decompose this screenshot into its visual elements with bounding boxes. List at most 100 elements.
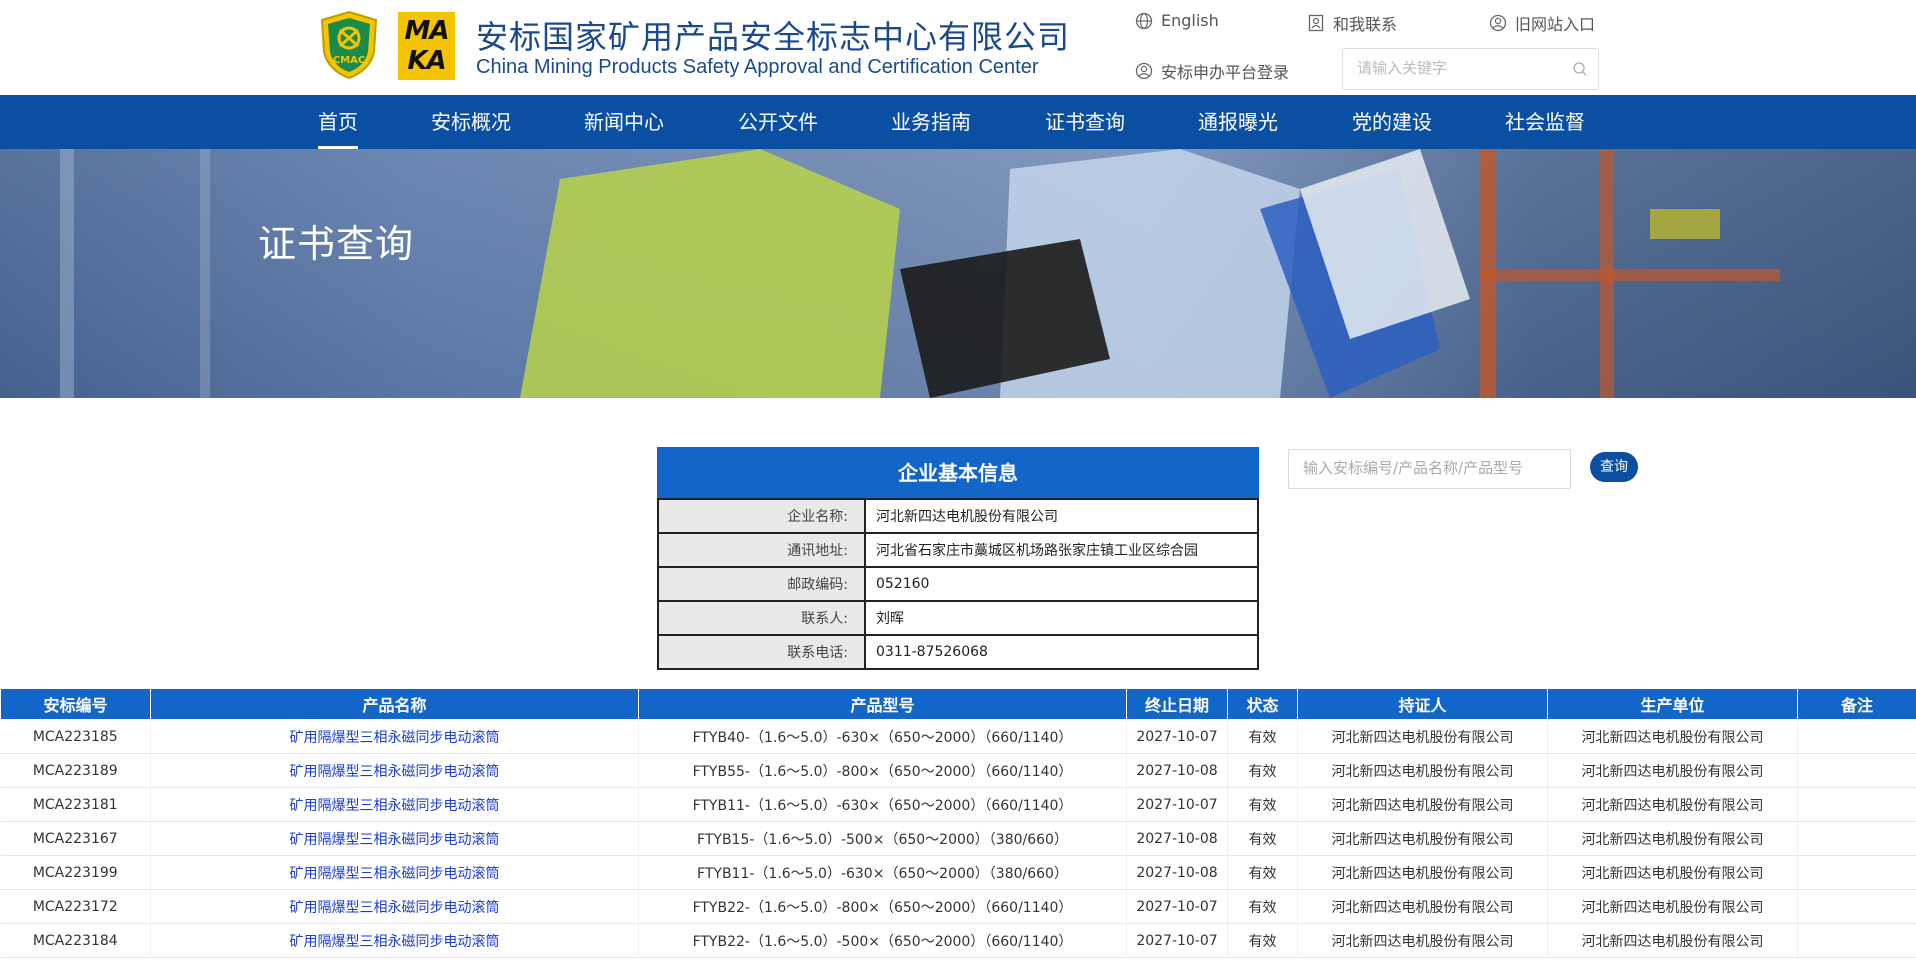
old-site-link-label: 旧网站入口	[1515, 15, 1596, 34]
company-info-row: 联系电话: 0311-87526068	[657, 634, 1259, 670]
remark	[1797, 787, 1916, 822]
expiry-date: 2027-10-07	[1126, 719, 1228, 754]
cert-no: MCA223184	[0, 923, 151, 958]
product-model: FTYB22-（1.6～5.0）-800×（650～2000）（660/1140…	[638, 889, 1127, 924]
platform-login-link[interactable]: 安标申办平台登录	[1135, 59, 1289, 83]
remark	[1797, 855, 1916, 890]
page-banner: 证书查询	[0, 149, 1916, 398]
col-header-remark: 备注	[1797, 688, 1916, 720]
expiry-date: 2027-10-07	[1126, 787, 1228, 822]
col-header-holder: 持证人	[1297, 688, 1548, 720]
table-row: MCA223199 矿用隔爆型三相永磁同步电动滚筒 FTYB11-（1.6～5.…	[0, 855, 1916, 890]
table-header-row: 安标编号 产品名称 产品型号 终止日期 状态 持证人 生产单位 备注	[0, 688, 1916, 720]
col-header-cert-no: 安标编号	[0, 688, 151, 720]
cert-no: MCA223167	[0, 821, 151, 856]
remark	[1797, 753, 1916, 788]
nav-item-supervision[interactable]: 社会监督	[1505, 95, 1585, 149]
old-site-link[interactable]: 旧网站入口	[1489, 11, 1595, 35]
cmac-logo[interactable]: CMAC	[318, 10, 380, 80]
company-info-heading: 企业基本信息	[657, 447, 1259, 498]
manufacturer: 河北新四达电机股份有限公司	[1547, 753, 1798, 788]
header-search	[1342, 48, 1599, 90]
certificate-table: 安标编号 产品名称 产品型号 终止日期 状态 持证人 生产单位 备注 MCA22…	[0, 688, 1916, 958]
maka-logo-bottom: KA	[407, 46, 446, 76]
col-header-status: 状态	[1227, 688, 1298, 720]
nav-item-guide[interactable]: 业务指南	[891, 95, 971, 149]
nav-item-public-docs[interactable]: 公开文件	[738, 95, 818, 149]
product-name-link[interactable]: 矿用隔爆型三相永磁同步电动滚筒	[150, 787, 639, 822]
product-name-link[interactable]: 矿用隔爆型三相永磁同步电动滚筒	[150, 719, 639, 754]
contact-link-label: 和我联系	[1333, 15, 1398, 34]
company-contact-value: 刘晖	[864, 600, 1259, 636]
search-icon[interactable]	[1572, 61, 1588, 77]
nav-item-certificate-query[interactable]: 证书查询	[1045, 95, 1125, 149]
nav-item-party-building[interactable]: 党的建设	[1352, 95, 1432, 149]
nav-item-home[interactable]: 首页	[318, 95, 358, 149]
site-title-cn: 安标国家矿用产品安全标志中心有限公司	[476, 18, 1071, 56]
col-header-product-model: 产品型号	[638, 688, 1127, 720]
remark	[1797, 821, 1916, 856]
product-model: FTYB11-（1.6～5.0）-630×（650～2000）（380/660）	[638, 855, 1127, 890]
manufacturer: 河北新四达电机股份有限公司	[1547, 719, 1798, 754]
expiry-date: 2027-10-07	[1126, 889, 1228, 924]
table-row: MCA223185 矿用隔爆型三相永磁同步电动滚筒 FTYB40-（1.6～5.…	[0, 719, 1916, 754]
company-info-table: 企业名称: 河北新四达电机股份有限公司 通讯地址: 河北省石家庄市藁城区机场路张…	[657, 498, 1259, 670]
status: 有效	[1227, 923, 1298, 958]
product-name-link[interactable]: 矿用隔爆型三相永磁同步电动滚筒	[150, 855, 639, 890]
cert-no: MCA223189	[0, 753, 151, 788]
certificate-search-input[interactable]	[1303, 450, 1573, 486]
cert-no: MCA223199	[0, 855, 151, 890]
product-name-link[interactable]: 矿用隔爆型三相永磁同步电动滚筒	[150, 821, 639, 856]
company-info-row: 企业名称: 河北新四达电机股份有限公司	[657, 498, 1259, 534]
nav-item-notices[interactable]: 通报曝光	[1198, 95, 1278, 149]
nav-item-overview[interactable]: 安标概况	[431, 95, 511, 149]
english-link-label: English	[1161, 11, 1219, 30]
site-header: CMAC MA KA 安标国家矿用产品安全标志中心有限公司 China Mini…	[0, 0, 1916, 95]
company-info-row: 通讯地址: 河北省石家庄市藁城区机场路张家庄镇工业区综合园	[657, 532, 1259, 568]
cert-no: MCA223172	[0, 889, 151, 924]
status: 有效	[1227, 753, 1298, 788]
contact-link[interactable]: 和我联系	[1307, 11, 1397, 35]
product-model: FTYB40-（1.6～5.0）-630×（650～2000）（660/1140…	[638, 719, 1127, 754]
nav-item-news[interactable]: 新闻中心	[584, 95, 664, 149]
col-header-manufacturer: 生产单位	[1547, 688, 1798, 720]
company-name-label: 企业名称:	[657, 498, 866, 534]
globe-icon	[1135, 12, 1153, 29]
banner-image	[0, 149, 1916, 398]
col-header-product-name: 产品名称	[150, 688, 639, 720]
platform-login-label: 安标申办平台登录	[1161, 63, 1290, 82]
product-name-link[interactable]: 矿用隔爆型三相永磁同步电动滚筒	[150, 753, 639, 788]
product-name-link[interactable]: 矿用隔爆型三相永磁同步电动滚筒	[150, 923, 639, 958]
company-info-row: 邮政编码: 052160	[657, 566, 1259, 602]
product-model: FTYB55-（1.6～5.0）-800×（650～2000）（660/1140…	[638, 753, 1127, 788]
manufacturer: 河北新四达电机股份有限公司	[1547, 855, 1798, 890]
product-model: FTYB11-（1.6～5.0）-630×（650～2000）（660/1140…	[638, 787, 1127, 822]
remark	[1797, 719, 1916, 754]
table-row: MCA223181 矿用隔爆型三相永磁同步电动滚筒 FTYB11-（1.6～5.…	[0, 787, 1916, 822]
expiry-date: 2027-10-08	[1126, 855, 1228, 890]
product-name-link[interactable]: 矿用隔爆型三相永磁同步电动滚筒	[150, 889, 639, 924]
user-icon	[1489, 14, 1507, 32]
expiry-date: 2027-10-08	[1126, 753, 1228, 788]
site-title-en: China Mining Products Safety Approval an…	[476, 56, 1039, 78]
manufacturer: 河北新四达电机股份有限公司	[1547, 787, 1798, 822]
status: 有效	[1227, 787, 1298, 822]
status: 有效	[1227, 821, 1298, 856]
maka-logo: MA KA	[398, 12, 455, 80]
company-address-label: 通讯地址:	[657, 532, 866, 568]
maka-logo-top: MA	[404, 16, 450, 46]
company-address-value: 河北省石家庄市藁城区机场路张家庄镇工业区综合园	[864, 532, 1259, 568]
query-button[interactable]: 查询	[1590, 452, 1638, 482]
company-info-panel: 企业基本信息 企业名称: 河北新四达电机股份有限公司 通讯地址: 河北省石家庄市…	[657, 447, 1259, 670]
remark	[1797, 889, 1916, 924]
product-model: FTYB15-（1.6～5.0）-500×（650～2000）（380/660）	[638, 821, 1127, 856]
user-icon	[1135, 62, 1153, 80]
expiry-date: 2027-10-08	[1126, 821, 1228, 856]
english-link[interactable]: English	[1135, 11, 1219, 30]
company-postcode-label: 邮政编码:	[657, 566, 866, 602]
table-row: MCA223184 矿用隔爆型三相永磁同步电动滚筒 FTYB22-（1.6～5.…	[0, 923, 1916, 958]
col-header-expiry-date: 终止日期	[1126, 688, 1228, 720]
header-search-input[interactable]	[1357, 49, 1567, 87]
holder: 河北新四达电机股份有限公司	[1297, 787, 1548, 822]
holder: 河北新四达电机股份有限公司	[1297, 923, 1548, 958]
